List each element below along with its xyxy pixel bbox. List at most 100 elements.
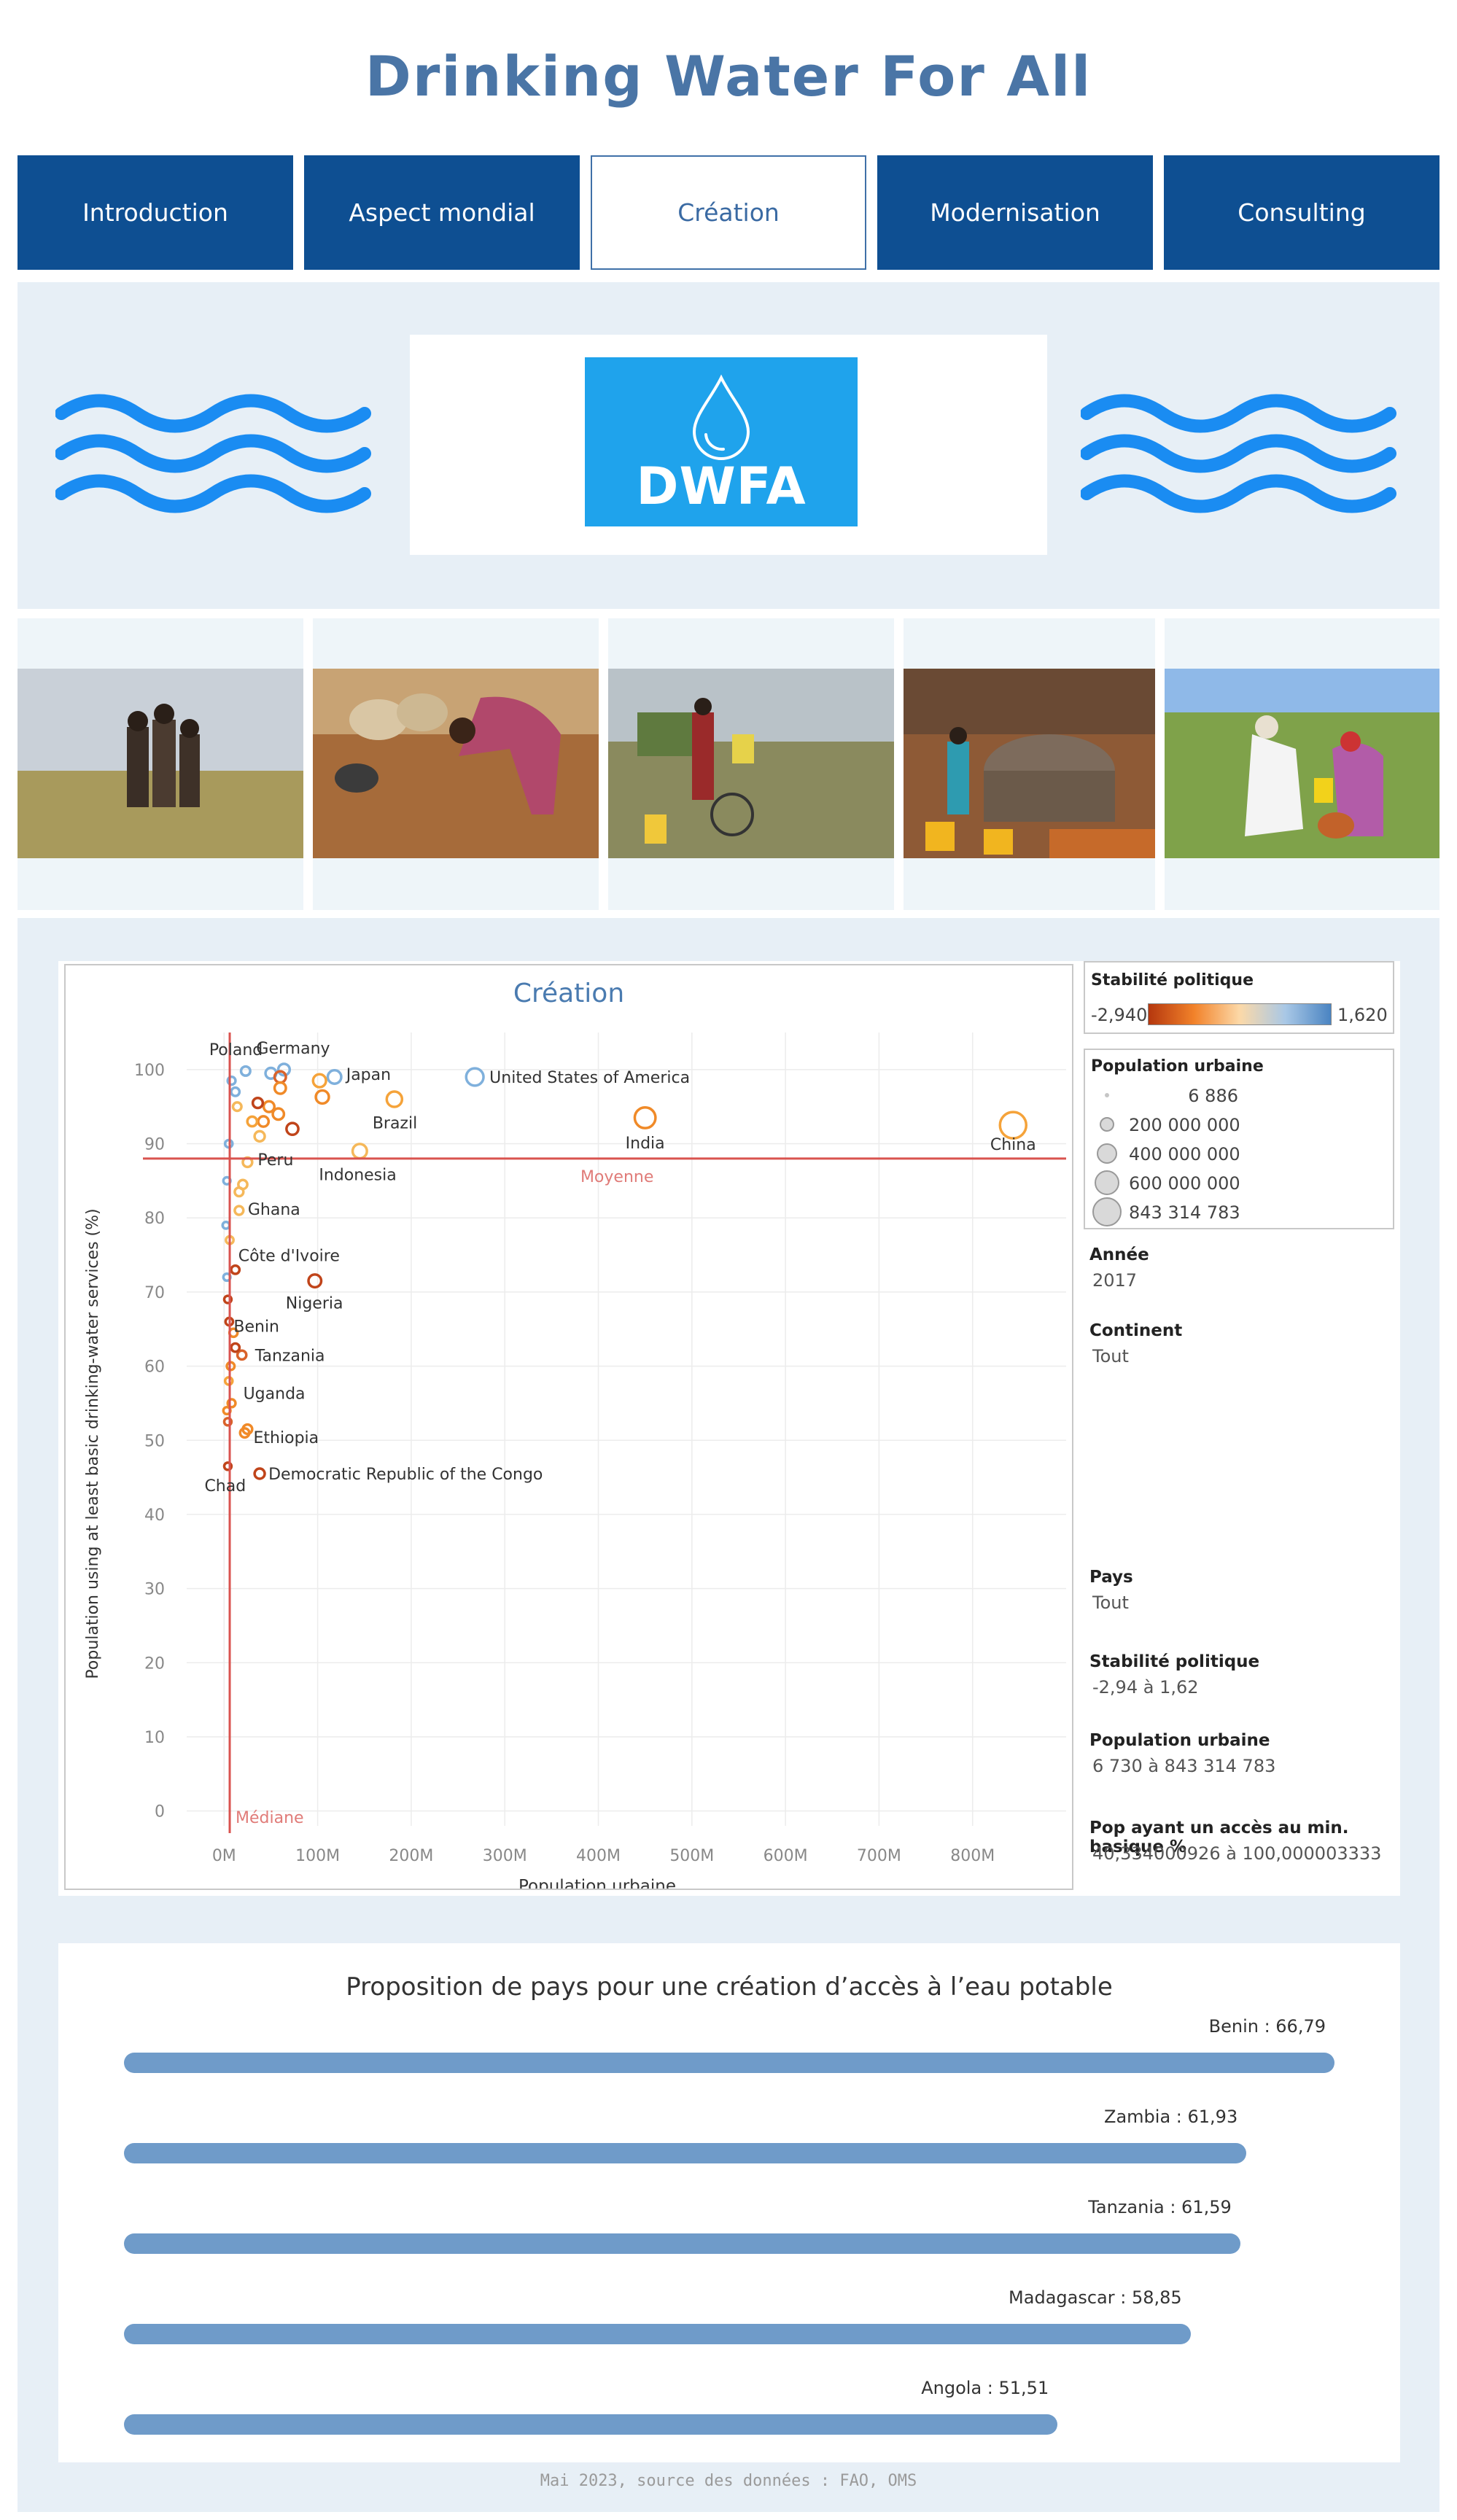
- scatter-point: [385, 1090, 404, 1108]
- main-panel: Création 0 10 20 30 40 50 60 70 80 90 100 0M 100M 200…: [18, 918, 1439, 2512]
- footer-source: Mai 2023, source des données : FAO, OMS: [540, 2472, 917, 2490]
- filter-year-label: Année: [1089, 1245, 1149, 1264]
- x-tick-label: 600M: [764, 1847, 808, 1865]
- population-legend: Population urbaine 6 886 200 000 000 400…: [1084, 1049, 1394, 1229]
- population-legend-item: 400 000 000: [1129, 1144, 1240, 1164]
- filter-access-value[interactable]: 40,334000926 à 100,000003333: [1092, 1843, 1381, 1864]
- y-tick-label: 50: [144, 1432, 165, 1450]
- point-label: Japan: [345, 1066, 391, 1084]
- photo-cell: [313, 618, 599, 910]
- point-label: Poland: [209, 1041, 263, 1059]
- scatter-point: [251, 1096, 265, 1110]
- mean-reference-label: Moyenne: [580, 1168, 653, 1186]
- photo-pouring-water: [1165, 669, 1439, 858]
- y-tick-label: 80: [144, 1210, 165, 1228]
- x-axis-label: Population urbaine: [518, 1877, 676, 1889]
- photo-strip: [18, 618, 1439, 910]
- scatter-point: [230, 1342, 241, 1353]
- chart-card: Création 0 10 20 30 40 50 60 70 80 90 100 0M 100M 200…: [58, 961, 1400, 1896]
- point-label: Benin: [233, 1318, 279, 1337]
- photo-cell: [18, 618, 303, 910]
- point-label: Tanzania: [255, 1347, 325, 1365]
- photo-cell: [904, 618, 1155, 910]
- population-legend-item: 843 314 783: [1129, 1202, 1240, 1223]
- filter-stability-label: Stabilité politique: [1089, 1652, 1260, 1671]
- scatter-point: [231, 1101, 243, 1113]
- population-legend-title: Population urbaine: [1091, 1057, 1264, 1076]
- point-label: Democratic Republic of the Congo: [268, 1466, 543, 1484]
- proposal-bar-label: Angola : 51,51: [921, 2378, 1049, 2398]
- scatter-point: [326, 1069, 343, 1085]
- scatter-point: [633, 1105, 657, 1129]
- scatter-point: [246, 1115, 259, 1128]
- x-tick-label: 0M: [212, 1847, 236, 1865]
- scatter-point: [230, 1264, 241, 1275]
- y-tick-label: 30: [144, 1581, 165, 1599]
- water-drop-icon: [692, 374, 750, 460]
- proposal-bar-row: Tanzania : 61,59: [124, 2197, 1364, 2284]
- x-tick-label: 300M: [483, 1847, 527, 1865]
- photo-village-well: [904, 669, 1155, 858]
- scatter-plot-area: 0 10 20 30 40 50 60 70 80 90 100 0M 100M 200M 300M 400M…: [84, 1032, 1066, 1889]
- filter-urban-pop-value[interactable]: 6 730 à 843 314 783: [1092, 1756, 1275, 1776]
- tab-consulting[interactable]: Consulting: [1164, 155, 1439, 270]
- scatter-point: [233, 1186, 245, 1198]
- y-axis-label: Population using at least basic drinking…: [84, 1208, 102, 1679]
- y-tick-label: 70: [144, 1284, 165, 1302]
- stability-min-label: -2,940: [1091, 1005, 1148, 1025]
- point-label: Germany: [256, 1040, 330, 1058]
- tab-introduction[interactable]: Introduction: [18, 155, 293, 270]
- point-label: Côte d'Ivoire: [238, 1247, 340, 1265]
- proposals-card: Proposition de pays pour une création d’…: [58, 1943, 1400, 2462]
- photo-children-in-grass: [18, 669, 303, 858]
- proposal-bar: [124, 2324, 1191, 2344]
- proposal-bar-row: Benin : 66,79: [124, 2016, 1364, 2104]
- proposal-bar-label: Madagascar : 58,85: [1009, 2287, 1182, 2308]
- filter-year-value[interactable]: 2017: [1092, 1270, 1137, 1291]
- proposal-bar: [124, 2143, 1247, 2163]
- x-tick-label: 700M: [857, 1847, 901, 1865]
- photo-cell: [608, 618, 894, 910]
- population-legend-item: 200 000 000: [1129, 1115, 1240, 1135]
- point-label: Brazil: [373, 1115, 417, 1133]
- point-label: Peru: [257, 1151, 293, 1170]
- logo-container: DWFA: [410, 335, 1047, 555]
- point-label: Nigeria: [286, 1295, 343, 1313]
- tab-creation[interactable]: Création: [591, 155, 866, 270]
- scatter-point: [998, 1111, 1028, 1140]
- y-tick-label: 20: [144, 1654, 165, 1673]
- filter-continent-value[interactable]: Tout: [1092, 1346, 1129, 1366]
- stability-legend: Stabilité politique -2,940 1,620: [1084, 961, 1394, 1034]
- tab-aspect-mondial[interactable]: Aspect mondial: [304, 155, 580, 270]
- scatter-point: [257, 1115, 271, 1128]
- scatter-point: [253, 1129, 266, 1143]
- y-tick-label: 90: [144, 1136, 165, 1154]
- x-tick-label: 200M: [389, 1847, 433, 1865]
- y-tick-label: 10: [144, 1729, 165, 1747]
- wave-icon-left: [55, 394, 371, 513]
- nav-bar: Introduction Aspect mondial Création Mod…: [18, 155, 1439, 270]
- point-label: Indonesia: [319, 1167, 396, 1185]
- scatter-point: [239, 1065, 252, 1077]
- filter-urban-pop-label: Population urbaine: [1089, 1731, 1270, 1750]
- hero-banner: DWFA: [18, 282, 1439, 609]
- x-tick-label: 100M: [295, 1847, 340, 1865]
- scatter-point: [253, 1467, 266, 1480]
- scatter-point: [233, 1205, 245, 1216]
- tab-modernisation[interactable]: Modernisation: [877, 155, 1153, 270]
- scatter-point: [351, 1143, 368, 1160]
- proposal-bar-row: Zambia : 61,93: [124, 2107, 1364, 2194]
- filter-stability-value[interactable]: -2,94 à 1,62: [1092, 1677, 1199, 1698]
- wave-icon-right: [1081, 394, 1396, 513]
- point-label: China: [990, 1136, 1036, 1154]
- y-tick-label: 40: [144, 1506, 165, 1525]
- filter-country-label: Pays: [1089, 1568, 1133, 1587]
- dwfa-logo: DWFA: [585, 357, 858, 526]
- filter-country-value[interactable]: Tout: [1092, 1592, 1129, 1613]
- filter-continent-label: Continent: [1089, 1321, 1183, 1340]
- proposal-bar-row: Angola : 51,51: [124, 2378, 1364, 2465]
- point-label: United States of America: [489, 1069, 690, 1087]
- proposals-title: Proposition de pays pour une création d’…: [346, 1972, 1113, 2002]
- proposal-bar: [124, 2053, 1334, 2073]
- stability-color-scale: [1148, 1003, 1332, 1025]
